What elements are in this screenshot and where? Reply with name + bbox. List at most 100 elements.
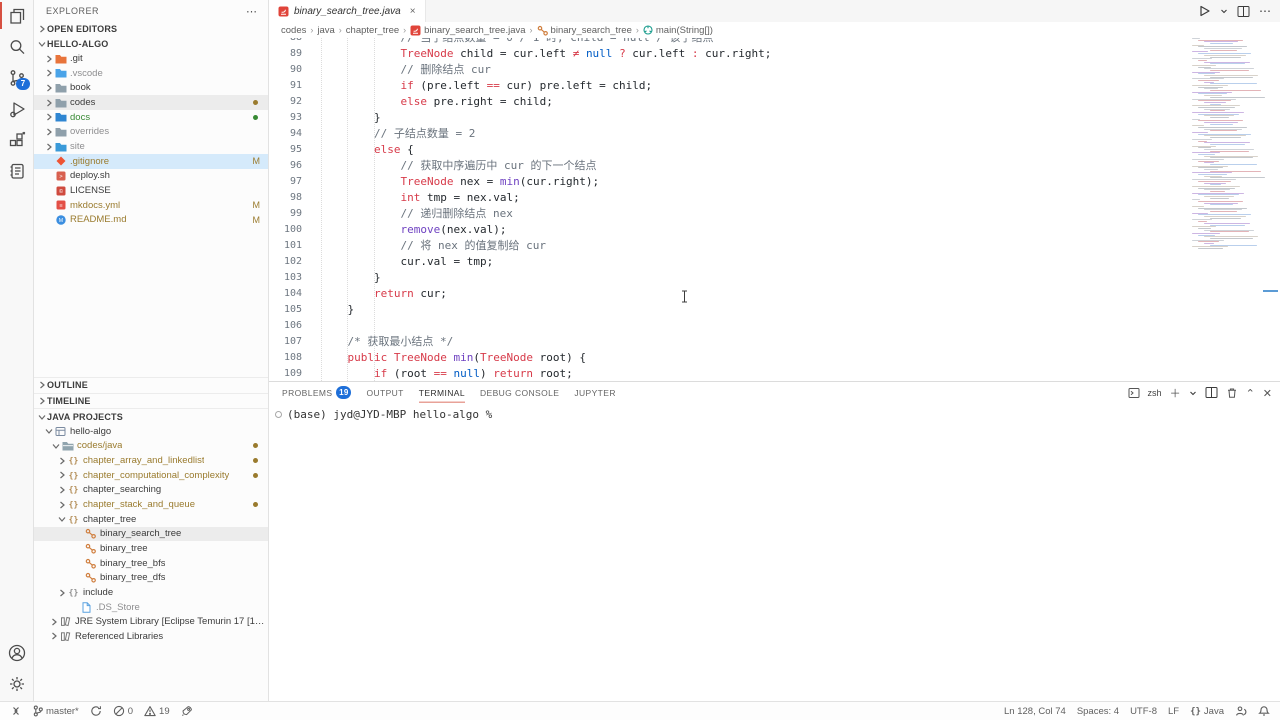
item-label: OUTLINE [47, 380, 88, 390]
tree-item-deploy.sh[interactable]: >deploy.sh [34, 169, 268, 184]
run-dropdown-icon[interactable] [1220, 7, 1228, 15]
tree-item-chapter_tree[interactable]: {}chapter_tree [34, 512, 268, 527]
remote-indicator[interactable] [10, 705, 22, 717]
tree-item-chapter_array_and_linkedlist[interactable]: {}chapter_array_and_linkedlist [34, 453, 268, 468]
cursor-position[interactable]: Ln 128, Col 74 [1004, 706, 1066, 717]
new-terminal-button[interactable]: ＋ [1170, 384, 1181, 402]
braces-icon: {} [67, 471, 80, 480]
item-label: JRE System Library [Eclipse Temurin 17 [… [75, 616, 268, 627]
tree-item-mkdocs.yml[interactable]: ≡mkdocs.ymlM [34, 198, 268, 213]
code-text: // 递归删除结点 nex [321, 206, 513, 222]
braces-icon: {} [1190, 706, 1201, 717]
sync-status[interactable] [90, 705, 102, 717]
close-panel-button[interactable]: ✕ [1263, 384, 1272, 402]
language-mode[interactable]: {}Java [1190, 706, 1224, 717]
settings-gear-button[interactable] [0, 668, 33, 699]
run-button[interactable] [1197, 4, 1211, 18]
warnings[interactable]: 19 [144, 705, 170, 717]
split-terminal-button[interactable] [1205, 386, 1218, 399]
tree-item-codes[interactable]: codes [34, 95, 268, 110]
tree-item-chapter_stack_and_queue[interactable]: {}chapter_stack_and_queue [34, 497, 268, 512]
overview-ruler[interactable] [1262, 0, 1280, 381]
live-share[interactable] [1235, 705, 1247, 717]
java-language-status[interactable] [181, 705, 193, 717]
maximize-panel-button[interactable]: ⌃ [1246, 384, 1255, 402]
tree-item-overrides[interactable]: overrides [34, 125, 268, 140]
panel-tab-output[interactable]: OUTPUT [366, 382, 403, 403]
eol-sequence[interactable]: LF [1168, 706, 1179, 717]
code-editor[interactable]: 88 // 当子结点数量 = 0 / 1 时, child = null / 该… [269, 38, 1190, 381]
breadcrumb-item[interactable]: binary_search_tree.java [410, 25, 525, 36]
terminal-shell-icon [1128, 387, 1140, 399]
tree-item-README.md[interactable]: MREADME.mdM [34, 213, 268, 228]
terminal-dropdown-icon[interactable] [1189, 389, 1197, 397]
extensions-activity-button[interactable] [0, 124, 33, 155]
bell-icon [1258, 705, 1270, 717]
tree-item-site[interactable]: site [34, 139, 268, 154]
tree-item-ReferencedLibraries[interactable]: Referenced Libraries [34, 629, 268, 644]
kill-terminal-button[interactable] [1226, 387, 1238, 399]
braces-icon: {} [67, 515, 80, 524]
tree-item-chapter_searching[interactable]: {}chapter_searching [34, 483, 268, 498]
run-debug-activity-button[interactable] [0, 93, 33, 124]
breadcrumb-item[interactable]: chapter_tree [346, 25, 399, 36]
tree-item-binary_search_tree[interactable]: binary_search_tree [34, 527, 268, 542]
status-bar: master* 0 19 Ln 128, Col 74 Spaces: 4 UTF-8 L… [0, 701, 1280, 720]
indentation[interactable]: Spaces: 4 [1077, 706, 1119, 717]
git-status-dot [253, 473, 258, 478]
tree-item-.vscode[interactable]: .vscode [34, 66, 268, 81]
tree-item-include[interactable]: {}include [34, 585, 268, 600]
line-number: 102 [269, 254, 302, 270]
svg-text:≡: ≡ [59, 203, 62, 209]
notifications-bell[interactable] [1258, 705, 1270, 717]
tab-close-icon[interactable]: × [410, 6, 416, 17]
tree-item-binary_tree_dfs[interactable]: binary_tree_dfs [34, 571, 268, 586]
section-header-outline[interactable]: OUTLINE [34, 377, 268, 393]
tree-item-codesjava[interactable]: codes/java [34, 439, 268, 454]
status-label: UTF-8 [1130, 706, 1157, 717]
section-header-hello-algo[interactable]: HELLO-ALGO [34, 37, 268, 52]
split-editor-button[interactable] [1237, 5, 1250, 18]
section-header-open-editors[interactable]: OPEN EDITORS [34, 22, 268, 37]
section-header-timeline[interactable]: TIMELINE [34, 393, 268, 409]
terminal[interactable]: (base) jyd@JYD-MBP hello-algo % [272, 406, 1278, 422]
source-control-activity-button[interactable]: 7 [0, 62, 33, 93]
tree-item-binary_tree[interactable]: binary_tree [34, 541, 268, 556]
breadcrumb-separator: › [403, 25, 406, 35]
tree-item-.gitignore[interactable]: .gitignoreM [34, 154, 268, 169]
braces-gray-icon: {} [67, 588, 80, 597]
bottom-panel: PROBLEMS19 OUTPUT TERMINAL DEBUG CONSOLE JUP… [269, 381, 1280, 701]
square-icon: © [54, 186, 67, 196]
explorer-activity-button[interactable] [0, 0, 33, 31]
sidebar-more-actions-icon[interactable]: ⋯ [246, 5, 258, 18]
tree-item-.git[interactable]: .git [34, 51, 268, 66]
tab-binary-search-tree[interactable]: binary_search_tree.java × [269, 0, 426, 22]
tree-item-book[interactable]: book [34, 81, 268, 96]
section-header-java-projects[interactable]: JAVA PROJECTS [34, 408, 268, 424]
panel-tab-terminal[interactable]: TERMINAL [419, 382, 465, 403]
tree-item-.DS_Store[interactable]: .DS_Store [34, 600, 268, 615]
tree-item-JRESystemLibraryEclipseTemurin1717....[interactable]: JRE System Library [Eclipse Temurin 17 [… [34, 615, 268, 630]
tree-item-hello-algo[interactable]: hello-algo [34, 424, 268, 439]
git-branch[interactable]: master* [33, 705, 79, 717]
line-number: 105 [269, 302, 302, 318]
breadcrumb-item[interactable]: main(String[]) [643, 25, 713, 36]
tree-item-docs[interactable]: docs [34, 110, 268, 125]
breadcrumb-item[interactable]: codes [281, 25, 306, 36]
errors[interactable]: 0 [113, 705, 133, 717]
panel-tab-debug-console[interactable]: DEBUG CONSOLE [480, 382, 559, 403]
search-activity-button[interactable] [0, 31, 33, 62]
minimap[interactable] [1192, 38, 1254, 254]
panel-tab-problems[interactable]: PROBLEMS19 [282, 382, 351, 403]
account-button[interactable] [0, 637, 33, 668]
breadcrumb-item[interactable]: binary_search_tree [537, 25, 632, 36]
encoding[interactable]: UTF-8 [1130, 706, 1157, 717]
breadcrumb-item[interactable]: java [317, 25, 334, 36]
tree-item-chapter_computational_complexity[interactable]: {}chapter_computational_complexity [34, 468, 268, 483]
notebook-activity-button[interactable] [0, 155, 33, 186]
tree-item-binary_tree_bfs[interactable]: binary_tree_bfs [34, 556, 268, 571]
remote-icon [10, 705, 22, 717]
breadcrumb-label: codes [281, 25, 306, 36]
panel-tab-jupyter[interactable]: JUPYTER [574, 382, 616, 403]
tree-item-LICENSE[interactable]: ©LICENSE [34, 183, 268, 198]
